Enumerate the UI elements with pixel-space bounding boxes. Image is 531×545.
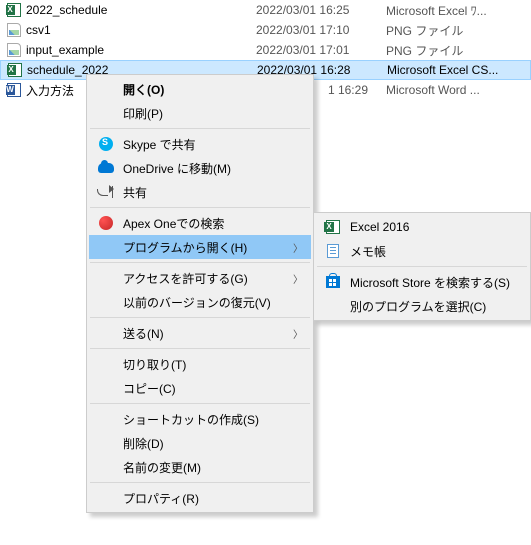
- apex-icon: [97, 214, 115, 232]
- menu-open-with[interactable]: プログラムから開く(H)〉: [89, 235, 311, 259]
- submenu-store[interactable]: Microsoft Store を検索する(S): [316, 270, 528, 294]
- excel-icon: [324, 218, 342, 236]
- chevron-right-icon: 〉: [293, 326, 303, 341]
- menu-share[interactable]: 共有: [89, 180, 311, 204]
- menu-separator: [90, 207, 310, 208]
- file-name: 2022_schedule: [26, 3, 107, 17]
- file-type: PNG ファイル: [386, 22, 531, 39]
- menu-separator: [90, 482, 310, 483]
- file-type: Microsoft Word ...: [386, 83, 531, 97]
- menu-separator: [90, 348, 310, 349]
- onedrive-icon: [97, 159, 115, 177]
- menu-separator: [90, 128, 310, 129]
- menu-apex[interactable]: Apex Oneでの検索: [89, 211, 311, 235]
- image-icon: [6, 22, 22, 38]
- skype-icon: [97, 135, 115, 153]
- chevron-right-icon: 〉: [293, 240, 303, 255]
- file-name: input_example: [26, 43, 104, 57]
- excel-icon: [6, 2, 22, 18]
- menu-onedrive[interactable]: OneDrive に移動(M): [89, 156, 311, 180]
- context-menu: 開く(O) 印刷(P) Skype で共有 OneDrive に移動(M) 共有…: [86, 74, 314, 513]
- file-date: 2022/03/01 17:10: [256, 23, 386, 37]
- menu-send-to[interactable]: 送る(N)〉: [89, 321, 311, 345]
- menu-properties[interactable]: プロパティ(R): [89, 486, 311, 510]
- submenu-choose-program[interactable]: 別のプログラムを選択(C): [316, 294, 528, 318]
- menu-copy[interactable]: コピー(C): [89, 376, 311, 400]
- file-type: Microsoft Excel ﾜ...: [386, 2, 531, 19]
- menu-shortcut[interactable]: ショートカットの作成(S): [89, 407, 311, 431]
- menu-skype[interactable]: Skype で共有: [89, 132, 311, 156]
- file-date: 2022/03/01 16:25: [256, 3, 386, 17]
- menu-cut[interactable]: 切り取り(T): [89, 352, 311, 376]
- menu-access[interactable]: アクセスを許可する(G)〉: [89, 266, 311, 290]
- word-icon: [6, 82, 22, 98]
- menu-delete[interactable]: 削除(D): [89, 431, 311, 455]
- chevron-right-icon: 〉: [293, 271, 303, 286]
- store-icon: [324, 273, 342, 291]
- file-type: PNG ファイル: [386, 42, 531, 59]
- open-with-submenu: Excel 2016 メモ帳 Microsoft Store を検索する(S) …: [313, 212, 531, 321]
- menu-open[interactable]: 開く(O): [89, 77, 311, 101]
- submenu-excel[interactable]: Excel 2016: [316, 215, 528, 239]
- notepad-icon: [324, 242, 342, 260]
- file-name: 入力方法: [26, 82, 74, 99]
- excel-icon: [7, 62, 23, 78]
- menu-separator: [90, 262, 310, 263]
- image-icon: [6, 42, 22, 58]
- file-name: csv1: [26, 23, 51, 37]
- submenu-notepad[interactable]: メモ帳: [316, 239, 528, 263]
- file-row[interactable]: input_example 2022/03/01 17:01 PNG ファイル: [0, 40, 531, 60]
- menu-restore[interactable]: 以前のバージョンの復元(V): [89, 290, 311, 314]
- menu-print[interactable]: 印刷(P): [89, 101, 311, 125]
- file-row[interactable]: csv1 2022/03/01 17:10 PNG ファイル: [0, 20, 531, 40]
- file-row[interactable]: 2022_schedule 2022/03/01 16:25 Microsoft…: [0, 0, 531, 20]
- menu-separator: [90, 403, 310, 404]
- menu-separator: [90, 317, 310, 318]
- file-type: Microsoft Excel CS...: [387, 63, 530, 77]
- menu-rename[interactable]: 名前の変更(M): [89, 455, 311, 479]
- file-date: 2022/03/01 17:01: [256, 43, 386, 57]
- menu-separator: [317, 266, 527, 267]
- share-icon: [97, 183, 115, 201]
